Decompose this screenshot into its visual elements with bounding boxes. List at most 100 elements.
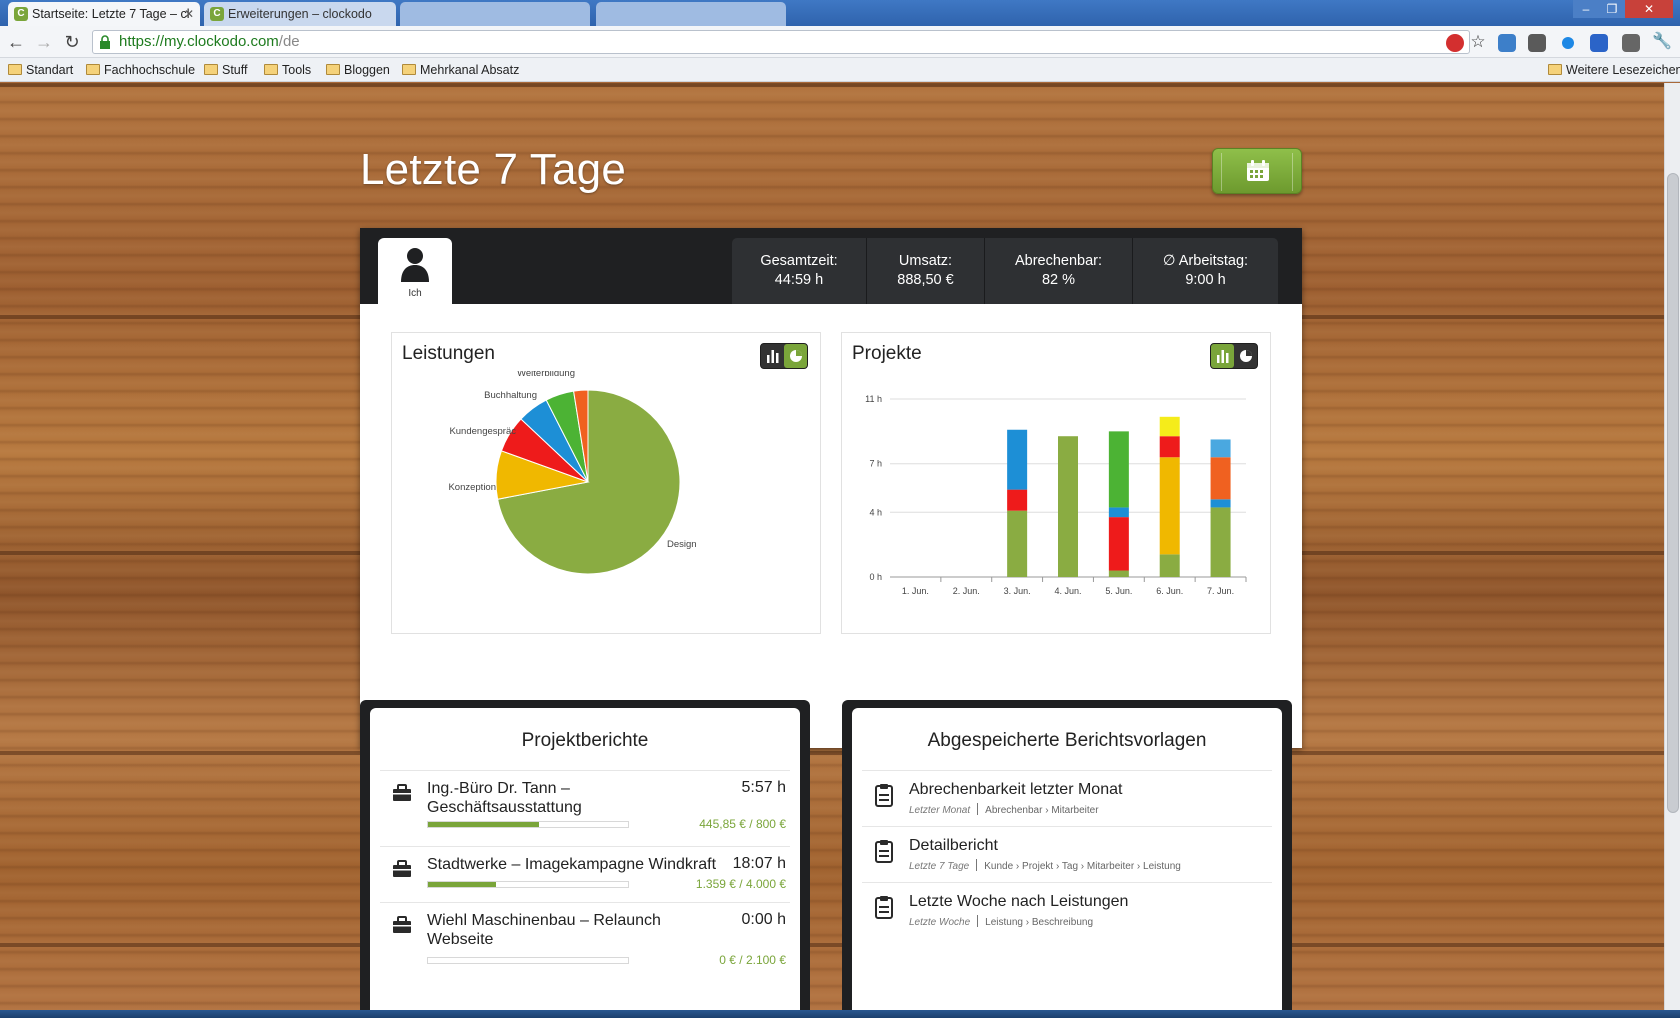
tab-title: Erweiterungen – clockodo [228,7,372,21]
bar-segment[interactable] [1108,570,1129,577]
pie-chart-icon[interactable] [784,344,807,368]
bookmark-folder-stuff[interactable]: Stuff [202,61,247,79]
page-scrollbar[interactable] [1664,83,1680,1010]
bookmark-folder-standart[interactable]: Standart [6,61,73,79]
y-tick-label: 4 h [869,507,882,517]
wood-plank-seam [0,751,1664,755]
extension-rss-icon[interactable] [1498,34,1516,52]
window-close-button[interactable]: ✕ [1625,0,1673,18]
report-row[interactable]: Ing.-Büro Dr. Tann – Geschäftsausstattun… [380,771,790,847]
chart-title: Projekte [852,343,922,364]
bar-segment[interactable] [1210,499,1231,508]
back-arrow-icon[interactable]: ← [4,30,28,54]
user-tab[interactable]: Ich [378,238,452,304]
report-progress-bar [427,821,629,828]
page-background: Letzte 7 Tage Ich Gesamtzeit: 44:59 h Um… [0,83,1664,1010]
pie-label: Design [667,539,697,550]
bookmark-folder-mehrkanal[interactable]: Mehrkanal Absatz [400,61,519,79]
panel-title: Projektberichte [521,730,649,751]
briefcase-icon [393,860,411,877]
panel-title: Abgespeicherte Berichtsvorlagen [927,730,1207,751]
browser-tab-startseite[interactable]: C Startseite: Letzte 7 Tage – cl ✕ [8,2,200,26]
bar-segment[interactable] [1108,517,1129,571]
bar-segment[interactable] [1159,436,1180,458]
chart-type-toggle[interactable] [1210,343,1258,369]
bar-segment[interactable] [1210,507,1231,577]
x-tick-label: 5. Jun. [1105,586,1132,596]
report-budget: 445,85 € / 800 € [699,817,786,831]
forward-arrow-icon[interactable]: → [32,30,56,54]
stat-umsatz: Umsatz: 888,50 € [866,238,984,304]
window-minimize-button[interactable]: – [1573,0,1599,18]
dashboard-header: Ich Gesamtzeit: 44:59 h Umsatz: 888,50 €… [360,228,1302,304]
folder-icon [204,64,218,75]
browser-tab-blurred[interactable] [400,2,590,26]
chart-title: Leistungen [402,343,495,364]
dashboard-panel: Ich Gesamtzeit: 44:59 h Umsatz: 888,50 €… [360,228,1302,748]
report-name: Stadtwerke – Imagekampagne Windkraft [427,856,717,873]
pie-label: Buchhaltung [484,390,537,401]
extension-dot-icon[interactable] [1562,37,1574,49]
chart-type-toggle[interactable] [760,343,808,369]
leistungen-chart-card: Leistungen Design Konzeption Kundengespräc… [391,332,821,634]
bar-segment[interactable] [1159,457,1180,555]
y-tick-label: 11 h [865,394,882,404]
scrollbar-thumb[interactable] [1667,173,1679,813]
wood-plank-seam [0,943,1664,947]
bar-segment[interactable] [1007,489,1028,511]
template-row[interactable]: Letzte Woche nach Leistungen Letzte Woch… [862,883,1272,939]
clipboard-icon [875,896,893,919]
browser-tab-erweiterungen[interactable]: C Erweiterungen – clockodo [204,2,396,26]
leistungen-pie-chart: Design Konzeption Kundengespräc Buchhaltung… [448,371,697,575]
browser-tab-blurred[interactable] [596,2,786,26]
projekte-bar-chart: 0 h 4 h 7 h 11 h 1. Jun. 2. Jun. 3. Jun. 4. Jun… [865,394,1247,596]
progress-fill [428,822,540,827]
calendar-button[interactable] [1212,148,1302,194]
extension-screenshot-icon[interactable] [1622,34,1640,52]
bar-segment[interactable] [1210,457,1231,500]
clockodo-favicon-icon: C [14,7,28,21]
report-hours: 0:00 h [741,911,786,928]
projektberichte-body: Projektberichte Ing.-Büro Dr. Tann – Ges… [370,708,800,1010]
template-meta: Letzte 7 Tage Kunde › Projekt › Tag › Mit… [909,859,1181,872]
bookmarks-bar: Standart Fachhochschule Stuff Tools Blog… [0,58,1680,82]
bar-segment[interactable] [1108,507,1129,518]
template-row[interactable]: Detailbericht Letzte 7 Tage Kunde › Proje… [862,827,1272,883]
briefcase-icon [393,784,411,801]
report-hours: 5:57 h [741,779,786,796]
url-input[interactable]: https://my.clockodo.com/de [92,30,1470,54]
report-row[interactable]: Wiehl Maschinenbau – Relaunch Webseite 0… [380,903,790,979]
report-row[interactable]: Stadtwerke – Imagekampagne Windkraft 18:… [380,847,790,903]
bar-segment[interactable] [1159,416,1180,437]
adblock-icon[interactable] [1446,34,1464,52]
bar-segment[interactable] [1159,554,1180,577]
extension-calendar-icon[interactable] [1590,34,1608,52]
berichtsvorlagen-body: Abgespeicherte Berichtsvorlagen Abrechen… [852,708,1282,1010]
bar-segment[interactable] [1058,436,1078,577]
bar-chart-icon[interactable] [1211,344,1234,368]
extension-mail-icon[interactable] [1528,34,1546,52]
close-tab-icon[interactable]: ✕ [184,2,194,26]
bar-segment[interactable] [1007,510,1028,577]
bar-segment[interactable] [1210,439,1231,458]
bookmark-folder-bloggen[interactable]: Bloggen [324,61,390,79]
bar-chart-icon[interactable] [761,344,784,368]
url-host: my.clockodo.com [164,33,279,50]
x-tick-label: 7. Jun. [1207,586,1234,596]
bar-segment[interactable] [1007,429,1028,490]
window-maximize-button[interactable]: ❐ [1599,0,1625,18]
template-name: Detailbericht [909,837,998,854]
bar-segment[interactable] [1108,431,1129,508]
bookmark-folder-other[interactable]: Weitere Lesezeichen [1546,61,1680,79]
bookmark-star-icon[interactable]: ☆ [1466,30,1490,54]
template-name: Abrechenbarkeit letzter Monat [909,781,1123,798]
reload-icon[interactable]: ↻ [60,30,84,54]
x-tick-label: 4. Jun. [1054,586,1081,596]
pie-chart-icon[interactable] [1234,344,1257,368]
x-tick-label: 3. Jun. [1004,586,1031,596]
bookmark-folder-tools[interactable]: Tools [262,61,311,79]
folder-icon [8,64,22,75]
template-row[interactable]: Abrechenbarkeit letzter Monat Letzter Mo… [862,771,1272,827]
wrench-icon[interactable]: 🔧 [1650,30,1674,54]
bookmark-folder-fachhochschule[interactable]: Fachhochschule [84,61,195,79]
